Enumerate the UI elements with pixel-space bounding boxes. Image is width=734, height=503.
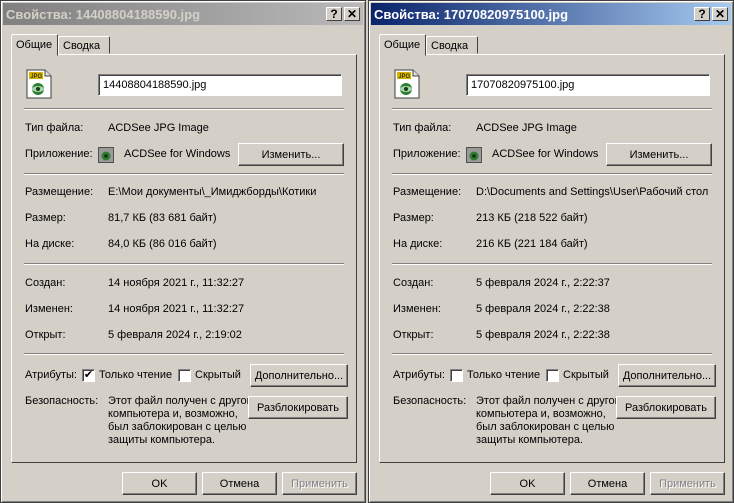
tab-general[interactable]: Общие <box>379 34 426 56</box>
close-button[interactable]: ✕ <box>712 7 728 21</box>
app-value: ACDSee for Windows 9 <box>492 148 602 160</box>
readonly-checkbox[interactable]: ✔ <box>82 369 95 382</box>
tab-general[interactable]: Общие <box>11 34 58 56</box>
attributes-label: Атрибуты: <box>25 369 77 381</box>
filename-field[interactable]: 17070820975100.jpg <box>466 74 710 96</box>
created-value: 14 ноября 2021 г., 11:32:27 <box>108 277 245 289</box>
svg-text:JPG: JPG <box>399 74 411 80</box>
security-message: Этот файл получен с другого компьютера и… <box>108 395 257 446</box>
jpg-file-icon: JPG <box>394 69 420 99</box>
tab-summary[interactable]: Сводка <box>426 36 478 54</box>
filename-field[interactable]: 14408804188590.jpg <box>98 74 342 96</box>
hidden-label[interactable]: Скрытый <box>563 369 609 381</box>
file-type-value: ACDSee JPG Image <box>108 122 209 134</box>
separator <box>392 263 712 265</box>
title-bar[interactable]: Свойства: 14408804188590.jpg ? ✕ <box>3 3 363 25</box>
properties-window-right[interactable]: Свойства: 17070820975100.jpg ? ✕ Общие С… <box>368 0 734 503</box>
advanced-button[interactable]: Дополнительно... <box>618 364 716 387</box>
close-button[interactable]: ✕ <box>344 7 360 21</box>
change-app-button[interactable]: Изменить... <box>238 143 344 166</box>
cancel-button[interactable]: Отмена <box>570 472 645 495</box>
size-value: 81,7 КБ (83 681 байт) <box>108 212 217 224</box>
location-value: E:\Мои документы\_Имиджборды\Котики <box>108 186 317 198</box>
general-panel: JPG 14408804188590.jpg Тип файла: ACDSee… <box>11 54 357 463</box>
size-value: 213 КБ (218 522 байт) <box>476 212 588 224</box>
size-label: Размер: <box>25 212 66 224</box>
app-label: Приложение: <box>25 148 93 160</box>
help-button[interactable]: ? <box>694 7 710 21</box>
hidden-checkbox[interactable] <box>178 369 191 382</box>
cancel-button[interactable]: Отмена <box>202 472 277 495</box>
opened-value: 5 февраля 2024 г., 2:22:38 <box>476 329 610 341</box>
separator <box>392 353 712 355</box>
modified-value: 14 ноября 2021 г., 11:32:27 <box>108 303 245 315</box>
window-title: Свойства: 14408804188590.jpg <box>6 6 201 22</box>
separator <box>24 108 344 110</box>
opened-label: Открыт: <box>25 329 66 341</box>
general-panel: JPG 17070820975100.jpg Тип файла: ACDSee… <box>379 54 725 463</box>
disk-size-value: 216 КБ (221 184 байт) <box>476 238 588 250</box>
acdsee-app-icon <box>466 147 482 163</box>
attributes-label: Атрибуты: <box>393 369 445 381</box>
hidden-checkbox[interactable] <box>546 369 559 382</box>
advanced-button[interactable]: Дополнительно... <box>250 364 348 387</box>
tab-summary[interactable]: Сводка <box>58 36 110 54</box>
disk-size-value: 84,0 КБ (86 016 байт) <box>108 238 217 250</box>
readonly-label[interactable]: Только чтение <box>99 369 172 381</box>
acdsee-app-icon <box>98 147 114 163</box>
file-type-label: Тип файла: <box>25 122 84 134</box>
readonly-checkbox[interactable] <box>450 369 463 382</box>
opened-label: Открыт: <box>393 329 434 341</box>
svg-text:JPG: JPG <box>31 74 43 80</box>
help-button[interactable]: ? <box>326 7 342 21</box>
apply-button[interactable]: Применить <box>650 472 725 495</box>
created-label: Создан: <box>393 277 434 289</box>
jpg-file-icon: JPG <box>26 69 52 99</box>
location-label: Размещение: <box>393 186 462 198</box>
security-label: Безопасность: <box>25 395 99 407</box>
size-label: Размер: <box>393 212 434 224</box>
created-label: Создан: <box>25 277 66 289</box>
modified-label: Изменен: <box>393 303 441 315</box>
opened-value: 5 февраля 2024 г., 2:19:02 <box>108 329 242 341</box>
title-bar[interactable]: Свойства: 17070820975100.jpg ? ✕ <box>371 3 731 25</box>
app-value: ACDSee for Windows 9 <box>124 148 234 160</box>
hidden-label[interactable]: Скрытый <box>195 369 241 381</box>
location-label: Размещение: <box>25 186 94 198</box>
readonly-label[interactable]: Только чтение <box>467 369 540 381</box>
security-message: Этот файл получен с другого компьютера и… <box>476 395 625 446</box>
disk-size-label: На диске: <box>393 238 443 250</box>
separator <box>24 263 344 265</box>
app-label: Приложение: <box>393 148 461 160</box>
separator <box>392 108 712 110</box>
separator <box>392 173 712 175</box>
unblock-button[interactable]: Разблокировать <box>616 396 716 419</box>
window-title: Свойства: 17070820975100.jpg <box>374 6 569 22</box>
security-label: Безопасность: <box>393 395 467 407</box>
properties-window-left[interactable]: Свойства: 14408804188590.jpg ? ✕ Общие С… <box>0 0 366 503</box>
unblock-button[interactable]: Разблокировать <box>248 396 348 419</box>
created-value: 5 февраля 2024 г., 2:22:37 <box>476 277 610 289</box>
file-type-label: Тип файла: <box>393 122 452 134</box>
location-value: D:\Documents and Settings\User\Рабочий с… <box>476 186 709 198</box>
separator <box>24 353 344 355</box>
ok-button[interactable]: OK <box>122 472 197 495</box>
modified-value: 5 февраля 2024 г., 2:22:38 <box>476 303 610 315</box>
modified-label: Изменен: <box>25 303 73 315</box>
separator <box>24 173 344 175</box>
change-app-button[interactable]: Изменить... <box>606 143 712 166</box>
apply-button[interactable]: Применить <box>282 472 357 495</box>
ok-button[interactable]: OK <box>490 472 565 495</box>
file-type-value: ACDSee JPG Image <box>476 122 577 134</box>
disk-size-label: На диске: <box>25 238 75 250</box>
